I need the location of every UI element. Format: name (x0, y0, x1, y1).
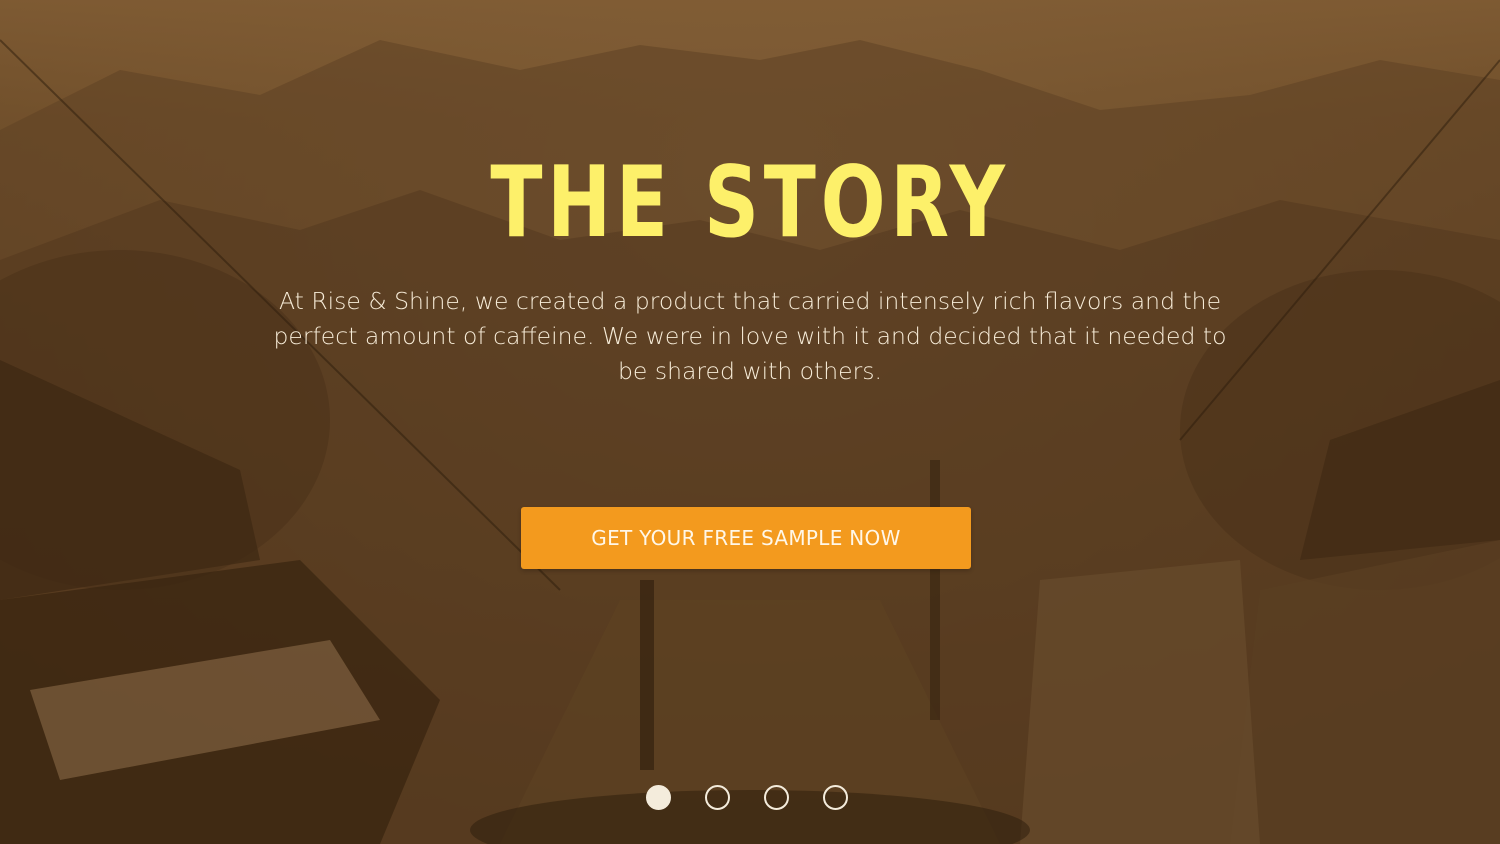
free-sample-button[interactable]: GET YOUR FREE SAMPLE NOW (521, 507, 971, 569)
carousel-indicators (646, 785, 848, 810)
carousel-dot-3[interactable] (764, 785, 789, 810)
carousel-dot-2[interactable] (705, 785, 730, 810)
page-title: THE STORY (490, 146, 1010, 260)
story-description: At Rise & Shine, we created a product th… (273, 287, 1227, 385)
carousel-dot-4[interactable] (823, 785, 848, 810)
hero-section: THE STORY At Rise & Shine, we created a … (0, 0, 1500, 844)
hero-content: THE STORY At Rise & Shine, we created a … (0, 0, 1500, 844)
carousel-dot-1[interactable] (646, 785, 671, 810)
